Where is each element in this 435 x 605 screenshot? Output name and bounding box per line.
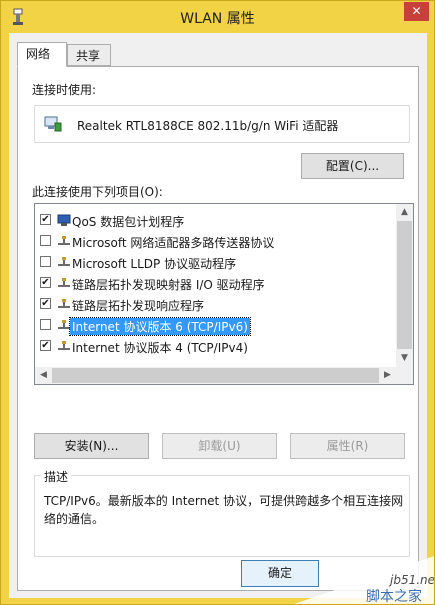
scroll-right-icon[interactable]: ▶ [379, 367, 396, 384]
protocol-icon [58, 257, 70, 266]
svg-text:脚本之家: 脚本之家 [366, 588, 422, 604]
checkbox[interactable]: ✔ [40, 214, 51, 225]
list-item[interactable]: ✔ QoS 数据包计划程序 [40, 210, 385, 231]
protocol-icon [58, 236, 70, 245]
window-title: WLAN 属性 [180, 11, 255, 27]
checkbox[interactable] [40, 235, 51, 246]
close-button[interactable]: ✕ [404, 2, 429, 21]
list-item-label: Internet 协议版本 4 (TCP/IPv4) [72, 341, 248, 355]
title-bar[interactable]: WLAN 属性 ✕ [1, 1, 434, 33]
list-item[interactable]: ✔ 链路层拓扑发现响应程序 [40, 294, 385, 315]
adapter-name: Realtek RTL8188CE 802.11b/g/n WiFi 适配器 [77, 119, 339, 133]
scroll-corner [396, 367, 413, 384]
horizontal-scrollbar[interactable]: ◀ ▶ [35, 367, 396, 384]
list-item-label: QoS 数据包计划程序 [72, 215, 185, 229]
list-item[interactable]: ✔ 链路层拓扑发现映射器 I/O 驱动程序 [40, 273, 385, 294]
adapter-box: Realtek RTL8188CE 802.11b/g/n WiFi 适配器 [34, 105, 410, 143]
vertical-scrollbar[interactable]: ▲ ▼ [396, 204, 413, 367]
qos-icon [57, 214, 71, 226]
scroll-down-icon[interactable]: ▼ [396, 350, 413, 367]
list-item-label: Microsoft LLDP 协议驱动程序 [72, 257, 237, 271]
uninstall-button[interactable]: 卸载(U) [162, 433, 277, 459]
protocol-icon [58, 341, 70, 350]
tab-network[interactable]: 网络 [17, 42, 67, 67]
list-item-label: Microsoft 网络适配器多路传送器协议 [72, 236, 275, 250]
description-text: TCP/IPv6。最新版本的 Internet 协议，可提供跨越多个相互连接网络… [44, 494, 404, 526]
scroll-up-icon[interactable]: ▲ [396, 204, 413, 221]
checkbox[interactable] [40, 256, 51, 267]
watermark-logo: jb51.net 脚本之家 [294, 556, 434, 604]
list-item-label: 链路层拓扑发现响应程序 [72, 299, 205, 313]
protocol-icon [58, 278, 70, 287]
description-group: 描述 TCP/IPv6。最新版本的 Internet 协议，可提供跨越多个相互连… [34, 468, 410, 557]
svg-text:jb51.net: jb51.net [388, 573, 434, 587]
list-item-selected[interactable]: Internet 协议版本 6 (TCP/IPv6) [40, 315, 385, 336]
list-item[interactable]: ✔ Internet 协议版本 4 (TCP/IPv4) [40, 336, 385, 357]
vertical-scroll-thumb[interactable] [397, 221, 412, 349]
network-tab-panel: 连接时使用: Realtek RTL8188CE 802.11b/g/n WiF… [17, 66, 419, 591]
checkbox[interactable] [40, 319, 51, 330]
protocol-icon [58, 299, 70, 308]
scroll-left-icon[interactable]: ◀ [35, 367, 52, 384]
dialog-window: WLAN 属性 ✕ 网络 共享 连接时使用: Realtek RTL8188CE… [0, 0, 435, 605]
checkbox[interactable]: ✔ [40, 277, 51, 288]
protocol-icon [58, 320, 70, 329]
configure-button[interactable]: 配置(C)... [301, 153, 404, 179]
list-item[interactable]: Microsoft LLDP 协议驱动程序 [40, 252, 385, 273]
horizontal-scroll-thumb[interactable] [52, 368, 379, 383]
checkbox[interactable]: ✔ [40, 298, 51, 309]
list-item-label: 链路层拓扑发现映射器 I/O 驱动程序 [72, 278, 265, 292]
dialog-client: 网络 共享 连接时使用: Realtek RTL8188CE 802.11b/g… [9, 33, 427, 598]
checkbox[interactable]: ✔ [40, 340, 51, 351]
install-button[interactable]: 安装(N)... [34, 433, 149, 459]
network-adapter-icon [44, 116, 62, 132]
properties-button[interactable]: 属性(R) [290, 433, 405, 459]
list-item[interactable]: Microsoft 网络适配器多路传送器协议 [40, 231, 385, 252]
description-title: 描述 [41, 468, 72, 485]
list-item-label: Internet 协议版本 6 (TCP/IPv6) [69, 317, 251, 336]
items-label: 此连接使用下列项目(O): [32, 185, 163, 199]
components-list[interactable]: ✔ QoS 数据包计划程序 Microsoft 网络适配器多路传送器协议 Mic… [34, 203, 414, 385]
